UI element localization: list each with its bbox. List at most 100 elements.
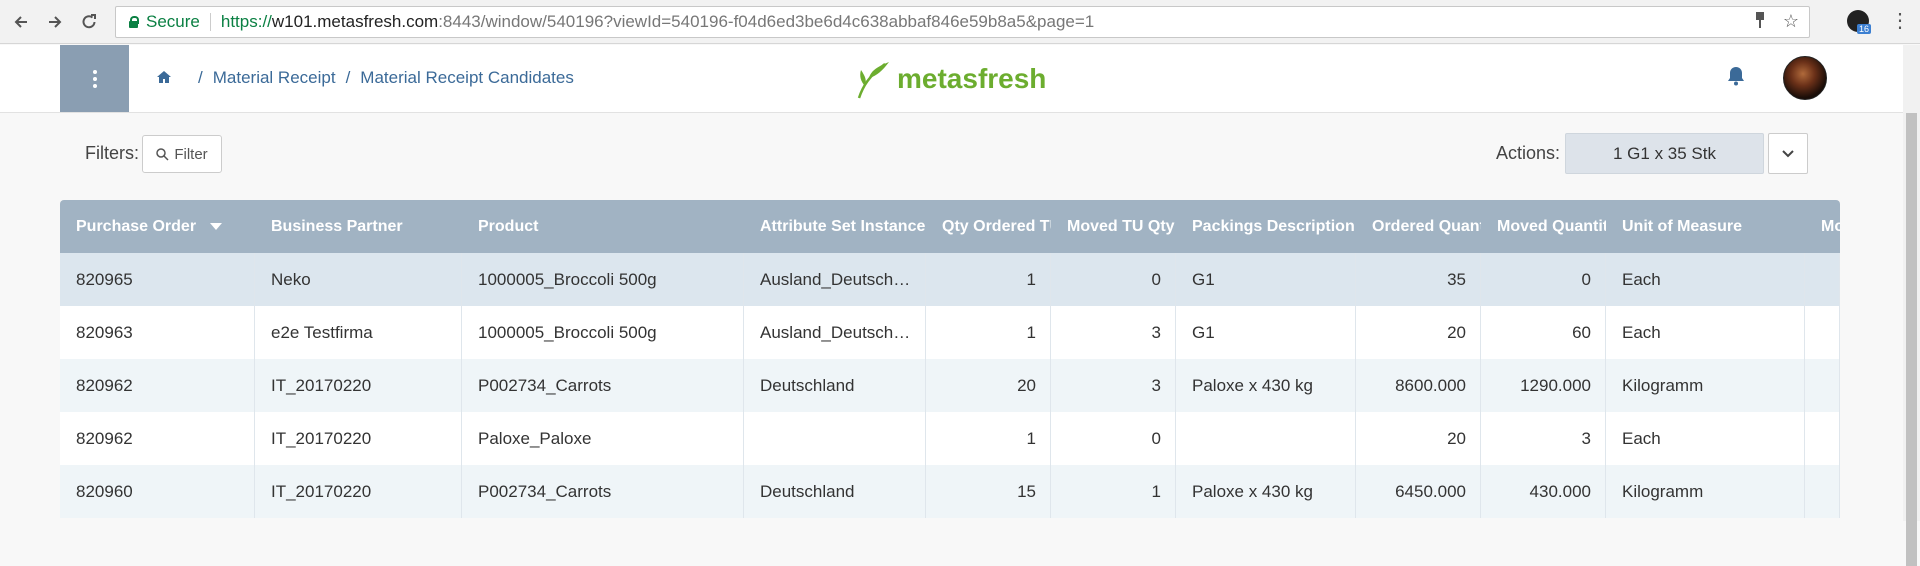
table-cell[interactable]: 3 (1481, 412, 1606, 465)
notification-bell-icon[interactable] (1727, 66, 1745, 86)
table-cell[interactable]: 820965 (60, 253, 255, 306)
table-cell[interactable] (1805, 412, 1840, 465)
table-row[interactable]: 820962 IT_20170220 P002734_Carrots Deutschl… (60, 359, 1840, 412)
table-cell[interactable]: 60 (1481, 306, 1606, 359)
column-header-packings-description[interactable]: Packings Description (1176, 200, 1356, 253)
column-header-qty-ordered-tu[interactable]: Qty Ordered TU (926, 200, 1051, 253)
page-scrollbar[interactable] (1903, 45, 1920, 566)
table-cell[interactable]: Each (1606, 412, 1805, 465)
table-cell[interactable]: 20 (926, 359, 1051, 412)
table-cell[interactable]: 20 (1356, 412, 1481, 465)
filters-label: Filters: (85, 143, 139, 163)
table-cell[interactable]: 3 (1051, 306, 1176, 359)
breadcrumb: / Material Receipt / Material Receipt Ca… (198, 68, 574, 88)
logo-text: metasfresh (897, 63, 1047, 94)
table-cell[interactable]: 0 (1051, 253, 1176, 306)
table-cell[interactable]: Ausland_Deutsch… (744, 253, 926, 306)
table-cell[interactable]: 15 (926, 465, 1051, 518)
address-bar[interactable]: Secure https://w101.metasfresh.com:8443/… (115, 6, 1810, 38)
table-row[interactable]: 820963 e2e Testfirma 1000005_Broccoli 500g… (60, 306, 1840, 359)
table-cell[interactable]: 8600.000 (1356, 359, 1481, 412)
table-cell[interactable]: 820962 (60, 412, 255, 465)
table-cell[interactable]: Paloxe_Paloxe (462, 412, 744, 465)
column-header-truncated[interactable]: Mo (1805, 200, 1840, 253)
scrollbar-thumb[interactable] (1906, 113, 1917, 566)
column-header-ordered-quantity[interactable]: Ordered Quantity (1356, 200, 1481, 253)
table-cell[interactable]: 430.000 (1481, 465, 1606, 518)
lock-icon (128, 16, 139, 28)
table-cell[interactable]: IT_20170220 (255, 465, 462, 518)
column-header-unit-of-measure[interactable]: Unit of Measure (1606, 200, 1805, 253)
table-cell[interactable]: Paloxe x 430 kg (1176, 359, 1356, 412)
table-cell[interactable]: Neko (255, 253, 462, 306)
table-cell[interactable]: 820960 (60, 465, 255, 518)
table-cell[interactable]: 6450.000 (1356, 465, 1481, 518)
table-cell[interactable]: Each (1606, 306, 1805, 359)
table-cell[interactable] (744, 412, 926, 465)
table-cell[interactable]: 1 (926, 306, 1051, 359)
table-cell[interactable]: G1 (1176, 253, 1356, 306)
table-cell[interactable]: IT_20170220 (255, 359, 462, 412)
table-cell[interactable]: e2e Testfirma (255, 306, 462, 359)
table-cell[interactable]: 0 (1051, 412, 1176, 465)
browser-menu-icon[interactable]: ⋮ (1890, 8, 1910, 33)
table-cell[interactable]: 0 (1481, 253, 1606, 306)
table-cell[interactable]: Kilogramm (1606, 465, 1805, 518)
column-header-attribute-set-instance[interactable]: Attribute Set Instance (744, 200, 926, 253)
forward-arrow-icon[interactable] (38, 5, 72, 39)
filter-button[interactable]: Filter (142, 135, 222, 173)
table-cell[interactable]: 35 (1356, 253, 1481, 306)
cast-icon[interactable] (1753, 11, 1767, 34)
table-row[interactable]: 820965 Neko 1000005_Broccoli 500g Ausland_D… (60, 253, 1840, 306)
table-cell[interactable]: Deutschland (744, 359, 926, 412)
omnibox-divider (209, 13, 211, 31)
table-cell[interactable]: 1290.000 (1481, 359, 1606, 412)
reload-icon[interactable] (72, 5, 106, 39)
breadcrumb-separator: / (198, 68, 203, 87)
table-cell[interactable]: 20 (1356, 306, 1481, 359)
table-row[interactable]: 820962 IT_20170220 Paloxe_Paloxe 1 0 20 3 Each (60, 412, 1840, 465)
table-cell[interactable]: Paloxe x 430 kg (1176, 465, 1356, 518)
table-cell[interactable]: Ausland_Deutsch… (744, 306, 926, 359)
home-icon[interactable] (156, 69, 172, 85)
table-cell[interactable] (1176, 412, 1356, 465)
table-cell[interactable] (1805, 465, 1840, 518)
table-cell[interactable]: P002734_Carrots (462, 465, 744, 518)
table-cell[interactable]: G1 (1176, 306, 1356, 359)
column-header-product[interactable]: Product (462, 200, 744, 253)
url-path: :8443/window/540196?viewId=540196-f04d6e… (438, 12, 1095, 31)
column-header-purchase-order[interactable]: Purchase Order (60, 200, 255, 253)
table-cell[interactable]: 1000005_Broccoli 500g (462, 253, 744, 306)
actions-dropdown-button[interactable] (1768, 133, 1808, 174)
sort-desc-icon (210, 223, 223, 231)
table-cell[interactable]: P002734_Carrots (462, 359, 744, 412)
metasfresh-logo: metasfresh (855, 58, 1046, 100)
bookmark-star-icon[interactable]: ☆ (1783, 11, 1799, 34)
table-cell[interactable]: Kilogramm (1606, 359, 1805, 412)
table-cell[interactable]: 1 (1051, 465, 1176, 518)
column-header-business-partner[interactable]: Business Partner (255, 200, 462, 253)
column-header-moved-quantity[interactable]: Moved Quantity (1481, 200, 1606, 253)
table-cell[interactable]: IT_20170220 (255, 412, 462, 465)
table-cell[interactable]: 1 (926, 253, 1051, 306)
table-cell[interactable]: 1000005_Broccoli 500g (462, 306, 744, 359)
quick-action-button[interactable]: 1 G1 x 35 Stk (1565, 133, 1764, 174)
table-cell[interactable] (1805, 253, 1840, 306)
table-row[interactable]: 820960 IT_20170220 P002734_Carrots Deutschl… (60, 465, 1840, 518)
table-cell[interactable] (1805, 359, 1840, 412)
user-avatar[interactable] (1783, 56, 1827, 100)
breadcrumb-item-candidates[interactable]: Material Receipt Candidates (360, 68, 574, 88)
table-cell[interactable] (1805, 306, 1840, 359)
filter-button-label: Filter (174, 145, 208, 163)
actions-label: Actions: (1496, 143, 1561, 163)
back-arrow-icon[interactable] (4, 5, 38, 39)
column-header-moved-tu-qty[interactable]: Moved TU Qty (1051, 200, 1176, 253)
table-cell[interactable]: 3 (1051, 359, 1176, 412)
breadcrumb-item-material-receipt[interactable]: Material Receipt (213, 68, 336, 88)
table-cell[interactable]: Each (1606, 253, 1805, 306)
table-cell[interactable]: Deutschland (744, 465, 926, 518)
table-cell[interactable]: 820962 (60, 359, 255, 412)
table-cell[interactable]: 820963 (60, 306, 255, 359)
side-menu-button[interactable] (60, 45, 129, 112)
table-cell[interactable]: 1 (926, 412, 1051, 465)
